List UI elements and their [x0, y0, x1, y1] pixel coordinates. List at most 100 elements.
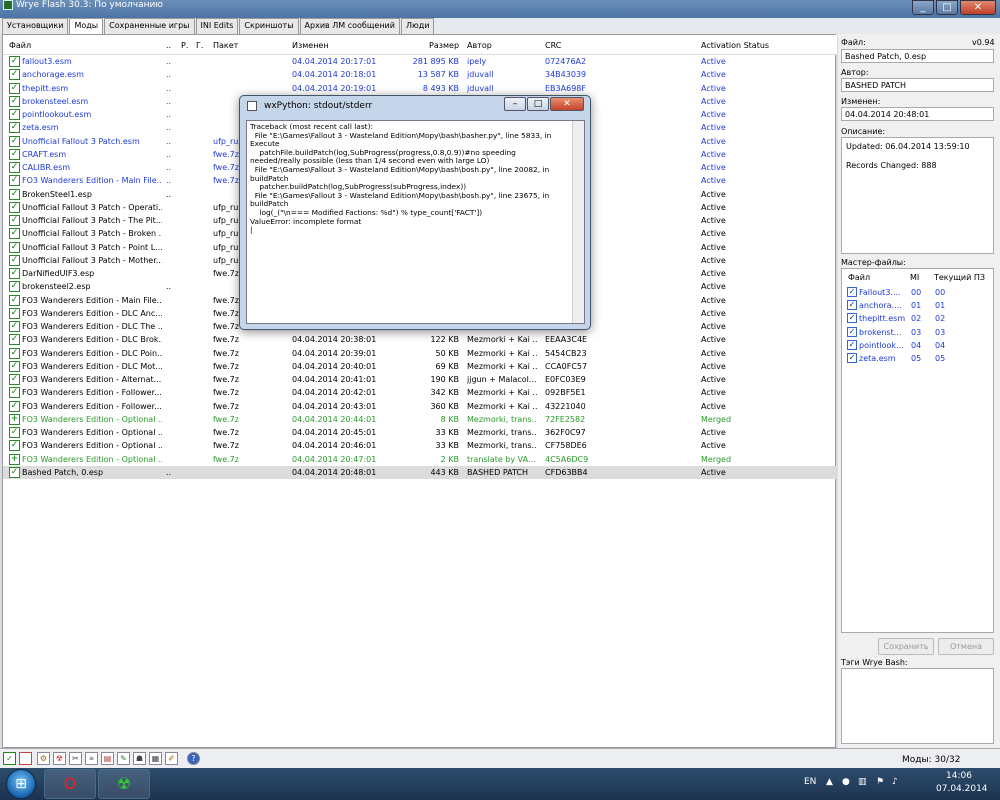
checkbox-icon[interactable]: ✓	[9, 321, 20, 332]
tab-6[interactable]: Люди	[400, 18, 435, 34]
table-row[interactable]: ✓ thepitt.esm.. 04.04.2014 20:19:01 8 493 K…	[3, 82, 837, 95]
dialog-minimize-button[interactable]: –	[504, 97, 526, 111]
help-icon[interactable]: ?	[187, 752, 200, 765]
volume-icon[interactable]: ♪	[892, 777, 898, 787]
masters-col-mi[interactable]: MI	[910, 273, 919, 282]
tab-2[interactable]: Сохраненные игры	[104, 18, 195, 34]
cancel-button[interactable]: Отмена	[938, 638, 994, 655]
col-r[interactable]: Р.	[181, 41, 188, 50]
table-row[interactable]: ✓ FO3 Wanderers Edition - Alternat... fwe.…	[3, 373, 837, 386]
checkbox-icon[interactable]: ✓	[9, 268, 20, 279]
table-row[interactable]: + FO3 Wanderers Edition - Optional ... fwe…	[3, 413, 837, 426]
checkbox-icon[interactable]: ✓	[9, 135, 20, 147]
checkbox-icon[interactable]: ✓	[9, 241, 20, 253]
checkbox-icon[interactable]: ✓	[9, 215, 20, 226]
dialog-scrollbar[interactable]	[572, 121, 584, 323]
checkbox-icon[interactable]: ✓	[9, 347, 20, 359]
wrench-icon[interactable]: ✎	[117, 752, 130, 765]
col-dots[interactable]: ..	[166, 41, 171, 50]
checkbox-icon[interactable]: ✓	[9, 360, 20, 372]
checkbox-icon[interactable]: ✓	[9, 334, 20, 346]
table-row[interactable]: ✓ FO3 Wanderers Edition - DLC Poin... fwe.…	[3, 347, 837, 360]
tab-4[interactable]: Скриншоты	[239, 18, 299, 34]
merged-checkbox-icon[interactable]: +	[9, 413, 20, 425]
dialog-output-textarea[interactable]: Traceback (most recent call last): File …	[246, 120, 585, 324]
merged-checkbox-icon[interactable]: +	[9, 453, 20, 465]
start-button-icon[interactable]: ⊞	[6, 769, 36, 799]
col-file[interactable]: Файл	[9, 41, 31, 50]
col-size[interactable]: Размер	[429, 41, 459, 50]
master-checkbox-icon[interactable]: ✓	[847, 326, 857, 337]
clock-time[interactable]: 14:06	[946, 771, 972, 781]
file-name-field[interactable]: Bashed Patch, 0.esp	[841, 49, 994, 63]
wrye-flash-taskbar-icon[interactable]: ☢	[98, 769, 150, 799]
language-indicator[interactable]: EN	[804, 777, 816, 787]
table-row[interactable]: ✓ Bashed Patch, 0.esp.. 04.04.2014 20:48:0…	[3, 465, 837, 479]
people-icon[interactable]: ☗	[133, 752, 146, 765]
checkbox-icon[interactable]: ✓	[9, 148, 20, 160]
checkmark-icon[interactable]: ✓	[3, 752, 16, 765]
close-button[interactable]: ✕	[960, 0, 996, 15]
master-checkbox-icon[interactable]: ✓	[847, 313, 857, 324]
col-status[interactable]: Activation Status	[701, 41, 769, 50]
master-row[interactable]: ✓ zeta.esm 05 05	[845, 352, 993, 365]
col-modified[interactable]: Изменен	[292, 41, 329, 50]
checkbox-icon[interactable]: ✓	[9, 175, 20, 187]
checkbox-icon[interactable]: ✓	[9, 427, 20, 438]
table-row[interactable]: ✓ FO3 Wanderers Edition - DLC Brok... fwe.…	[3, 333, 837, 346]
table-row[interactable]: ✓ fallout3.esm.. 04.04.2014 20:17:01 281 89…	[3, 55, 837, 68]
tool-icon[interactable]: ✂	[69, 752, 82, 765]
window-titlebar[interactable]: Wrye Flash 30.3: По умолчанию _ □ ✕	[0, 0, 1000, 18]
master-row[interactable]: ✓ anchora.... 01 01	[845, 299, 993, 312]
text-tool-icon[interactable]: ≡	[85, 752, 98, 765]
author-field[interactable]: BASHED PATCH	[841, 78, 994, 92]
checkbox-icon[interactable]: ✓	[9, 281, 20, 293]
checkbox-icon[interactable]: ✓	[9, 69, 20, 81]
gear-icon[interactable]: ⚙	[37, 752, 50, 765]
checkbox-icon[interactable]: ✓	[9, 254, 20, 266]
document-icon[interactable]: ▦	[149, 752, 162, 765]
checkbox-icon[interactable]: ✓	[9, 307, 20, 319]
col-g[interactable]: Г.	[196, 41, 203, 50]
master-checkbox-icon[interactable]: ✓	[847, 339, 857, 350]
tab-1[interactable]: Моды	[69, 18, 104, 35]
modified-field[interactable]: 04.04.2014 20:48:01	[841, 107, 994, 121]
note-icon[interactable]: ✐	[165, 752, 178, 765]
table-row[interactable]: ✓ anchorage.esm.. 04.04.2014 20:18:01 13 58…	[3, 68, 837, 81]
description-textarea[interactable]: Updated: 06.04.2014 13:59:10 Records Cha…	[841, 137, 994, 254]
checkbox-icon[interactable]: ✓	[9, 228, 20, 240]
flag-icon[interactable]: ⚑	[876, 777, 884, 787]
table-row[interactable]: + FO3 Wanderers Edition - Optional ... fwe…	[3, 453, 837, 466]
tray-app-icon[interactable]: ●	[842, 777, 850, 787]
master-row[interactable]: ✓ pointlook... 04 04	[845, 339, 993, 352]
network-icon[interactable]: ▥	[858, 777, 867, 787]
table-row[interactable]: ✓ FO3 Wanderers Edition - Optional ... fwe…	[3, 439, 837, 452]
dialog-close-button[interactable]: ✕	[550, 97, 584, 111]
masters-col-current[interactable]: Текущий ПЗ	[934, 273, 985, 282]
checkbox-icon[interactable]: ✓	[9, 387, 20, 399]
checkbox-icon[interactable]: ✓	[9, 82, 20, 94]
checkbox-icon[interactable]: ✓	[9, 162, 20, 173]
checkbox-icon[interactable]: ✓	[9, 188, 20, 200]
checkbox-icon[interactable]: ✓	[9, 374, 20, 385]
checkbox-icon[interactable]: ✓	[9, 56, 20, 67]
book-icon[interactable]: ▤	[101, 752, 114, 765]
master-row[interactable]: ✓ Fallout3.... 00 00	[845, 286, 993, 299]
checkbox-icon[interactable]: ✓	[9, 122, 20, 134]
masters-col-file[interactable]: Файл	[848, 273, 870, 282]
opera-taskbar-icon[interactable]: O	[44, 769, 96, 799]
master-checkbox-icon[interactable]: ✓	[847, 287, 857, 297]
dialog-maximize-button[interactable]: □	[527, 97, 549, 111]
master-row[interactable]: ✓ thepitt.esm 02 02	[845, 312, 993, 325]
tab-0[interactable]: Установщики	[2, 18, 69, 34]
tray-arrow-icon[interactable]: ▲	[826, 777, 833, 787]
checkbox-icon[interactable]: ✓	[9, 294, 20, 306]
table-row[interactable]: ✓ FO3 Wanderers Edition - Optional ... fwe…	[3, 426, 837, 439]
tags-box[interactable]	[841, 668, 994, 744]
checkbox-icon[interactable]: ✓	[9, 95, 20, 107]
col-package[interactable]: Пакет	[213, 41, 238, 50]
checkbox-icon[interactable]: ✓	[9, 201, 20, 213]
master-checkbox-icon[interactable]: ✓	[847, 353, 857, 363]
maximize-button[interactable]: □	[936, 0, 958, 15]
fallout-launch-icon[interactable]: ☢	[53, 752, 66, 765]
